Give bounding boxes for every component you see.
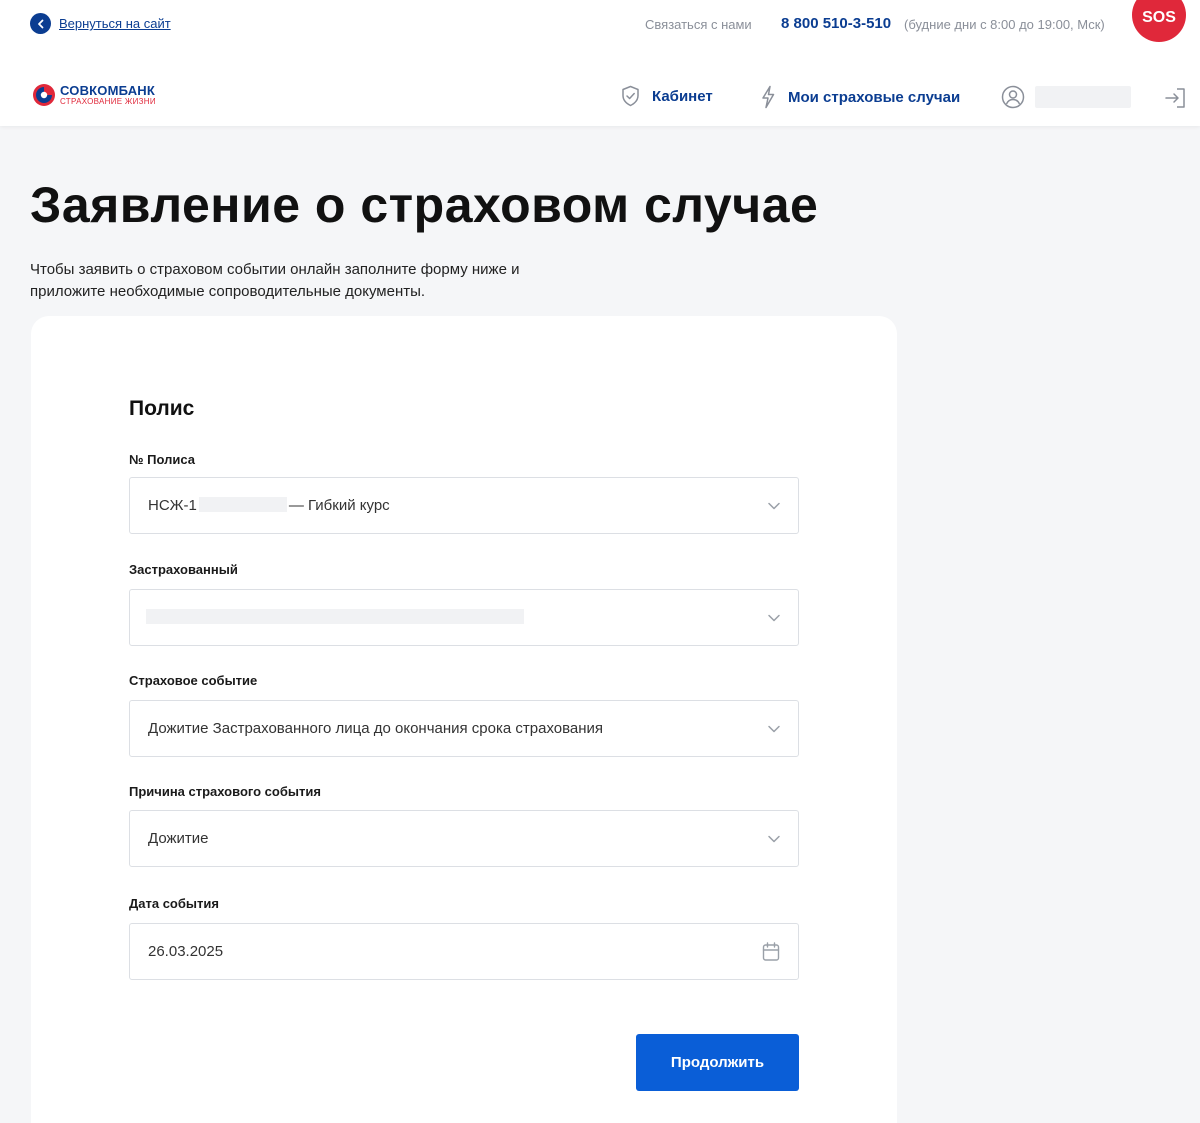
nav-cabinet[interactable]: Кабинет	[621, 85, 713, 107]
insured-label: Застрахованный	[129, 562, 238, 577]
phone-number[interactable]: 8 800 510-3-510	[781, 15, 891, 32]
nav-cabinet-label: Кабинет	[652, 87, 713, 105]
header: Вернуться на сайт Связаться с нами 8 800…	[0, 0, 1200, 126]
back-link-label: Вернуться на сайт	[59, 16, 171, 31]
event-reason-value: Дожитие	[148, 830, 209, 847]
event-date-value: 26.03.2025	[148, 943, 224, 960]
claim-form-card: Полис № Полиса НСЖ-1 — Гибкий курс Застра…	[31, 316, 897, 1123]
event-date-label: Дата события	[129, 896, 219, 911]
policy-number-select[interactable]: НСЖ-1 — Гибкий курс	[129, 477, 799, 534]
page-title: Заявление о страховом случае	[30, 177, 819, 233]
event-reason-label: Причина страхового события	[129, 784, 321, 799]
arrow-left-icon	[30, 13, 51, 34]
insurance-event-label: Страховое событие	[129, 673, 258, 688]
chevron-down-icon	[768, 835, 780, 843]
policy-number-redacted	[198, 497, 287, 512]
policy-number-label: № Полиса	[129, 452, 195, 467]
event-reason-select[interactable]: Дожитие	[129, 810, 799, 867]
section-title-policy: Полис	[129, 397, 195, 420]
insured-name-redacted	[146, 609, 524, 624]
chevron-down-icon	[768, 614, 780, 622]
event-date-input[interactable]: 26.03.2025	[129, 923, 799, 980]
page-description: Чтобы заявить о страховом событии онлайн…	[30, 261, 520, 300]
logo-main-text: СОВКОМБАНК	[60, 83, 155, 98]
navbar: СОВКОМБАНК СТРАХОВАНИЕ ЖИЗНИ Кабинет Мои…	[0, 70, 1200, 126]
policy-suffix: — Гибкий курс	[288, 497, 390, 514]
sovcombank-logo[interactable]: СОВКОМБАНК СТРАХОВАНИЕ ЖИЗНИ	[32, 83, 156, 107]
chevron-down-icon	[768, 502, 780, 510]
contact-us-link[interactable]: Связаться с нами	[645, 17, 752, 32]
chevron-down-icon	[768, 725, 780, 733]
nav-my-insurance-cases[interactable]: Мои страховые случаи	[760, 85, 960, 109]
sos-button[interactable]: SOS	[1132, 0, 1186, 42]
policy-prefix: НСЖ-1	[148, 497, 197, 514]
policy-number-value: НСЖ-1 — Гибкий курс	[148, 497, 390, 514]
topbar: Вернуться на сайт Связаться с нами 8 800…	[0, 0, 1200, 50]
insurance-event-value: Дожитие Застрахованного лица до окончани…	[148, 720, 604, 737]
continue-button[interactable]: Продолжить	[636, 1034, 799, 1091]
insurance-event-select[interactable]: Дожитие Застрахованного лица до окончани…	[129, 700, 799, 757]
logo-mark-icon	[33, 84, 55, 106]
insured-select[interactable]	[129, 589, 799, 646]
working-hours: (будние дни с 8:00 до 19:00, Мск)	[904, 17, 1105, 32]
lightning-icon	[762, 85, 775, 109]
nav-cases-label: Мои страховые случаи	[788, 88, 961, 106]
user-name-redacted	[1035, 86, 1131, 108]
calendar-icon[interactable]	[762, 942, 780, 962]
logo-sub-text: СТРАХОВАНИЕ ЖИЗНИ	[60, 97, 156, 106]
user-profile[interactable]	[1001, 85, 1131, 109]
shield-icon	[622, 85, 639, 107]
user-avatar-icon	[1001, 85, 1025, 109]
logout-icon[interactable]	[1163, 86, 1187, 115]
back-to-site-link[interactable]: Вернуться на сайт	[30, 13, 171, 34]
